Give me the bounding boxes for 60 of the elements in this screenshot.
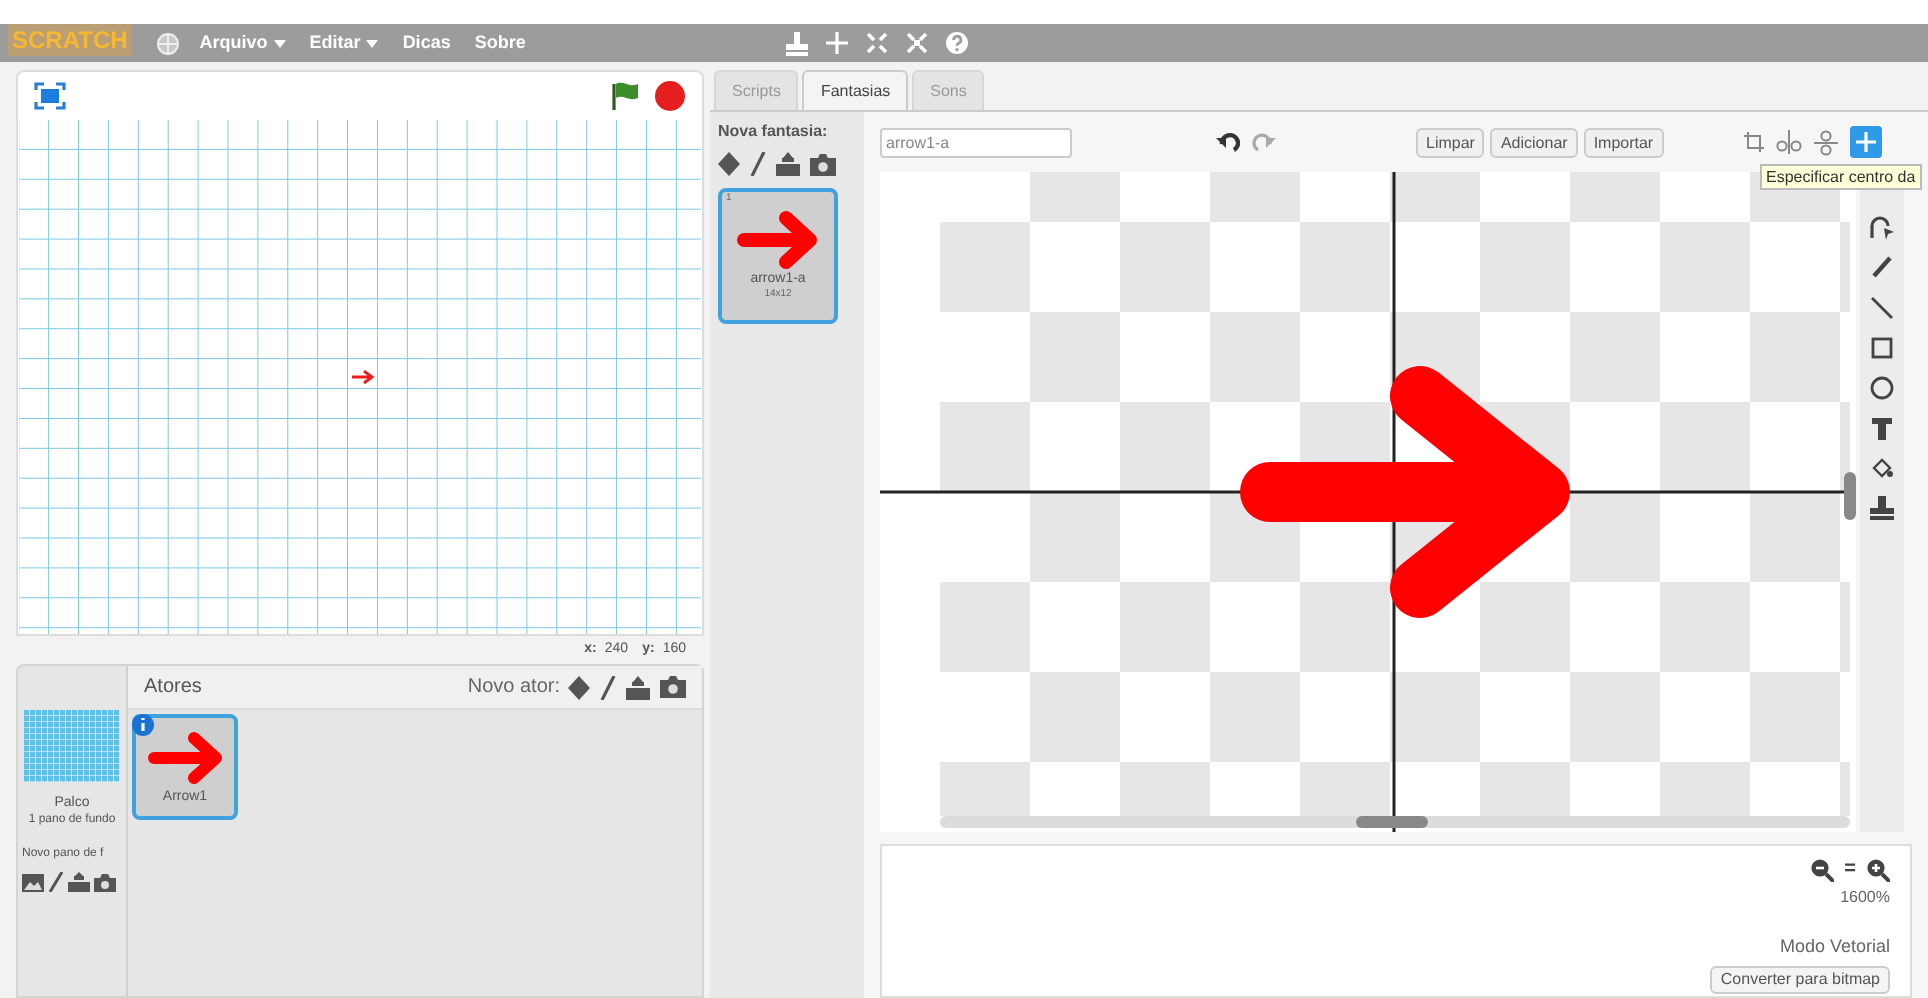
mode-label: Modo Vetorial: [1779, 934, 1890, 960]
new-costume-label: Nova fantasia:: [718, 120, 830, 144]
tooltip: Especificar centro da: [1760, 164, 1922, 190]
upload-icon[interactable]: [776, 152, 800, 176]
camera-icon[interactable]: [94, 873, 116, 891]
editor-button[interactable]: Importar: [1583, 127, 1664, 157]
grow-icon[interactable]: [825, 32, 848, 54]
upload-icon[interactable]: [68, 872, 90, 892]
menu-item[interactable]: Dicas: [402, 29, 451, 57]
upload-icon[interactable]: [626, 675, 650, 699]
stamp-icon[interactable]: [1870, 496, 1894, 520]
menu-item[interactable]: Arquivo: [199, 29, 286, 57]
sprite-library-icon[interactable]: [568, 675, 590, 699]
arrow-thumbnail: [145, 730, 225, 786]
zoom-in-icon[interactable]: [1866, 858, 1890, 882]
camera-icon[interactable]: [810, 153, 836, 175]
info-icon[interactable]: [132, 714, 154, 736]
fullscreen-icon[interactable]: [34, 81, 66, 110]
stop-icon[interactable]: [654, 79, 686, 112]
flip-horizontal-icon[interactable]: [1775, 130, 1802, 154]
text-icon[interactable]: [1870, 416, 1894, 440]
rectangle-icon[interactable]: [1870, 336, 1894, 360]
fill-icon[interactable]: [1870, 456, 1894, 480]
caret-icon: [366, 39, 379, 47]
zoom-reset-button[interactable]: =: [1840, 858, 1860, 882]
camera-icon[interactable]: [660, 676, 686, 698]
costume-name-field[interactable]: arrow1-a: [880, 127, 1072, 157]
menu-item[interactable]: Sobre: [474, 29, 526, 57]
stage-thumbnail[interactable]: [24, 710, 120, 782]
arrow-thumbnail: [734, 208, 822, 272]
costume-library-icon[interactable]: [718, 152, 740, 176]
flag-icon[interactable]: [610, 81, 642, 110]
scroll-thumb: [1356, 816, 1428, 828]
zoom-level: 1600%: [1840, 886, 1890, 910]
tab[interactable]: Fantasias: [802, 70, 909, 110]
editor-button[interactable]: Adicionar: [1490, 127, 1578, 157]
scroll-thumb: [1844, 472, 1856, 520]
paint-icon[interactable]: [600, 675, 616, 699]
caret-icon: [273, 39, 286, 47]
brush-icon[interactable]: [48, 872, 64, 892]
zoom-out-icon[interactable]: [1810, 858, 1835, 882]
flip-vertical-icon[interactable]: [1813, 129, 1838, 155]
editor-button[interactable]: Limpar: [1416, 127, 1485, 157]
crop-icon[interactable]: [1743, 132, 1764, 152]
undo-icon[interactable]: [1216, 132, 1240, 152]
pencil-icon[interactable]: [1870, 256, 1894, 280]
convert-button[interactable]: Converter para bitmap: [1710, 965, 1890, 993]
set-center-icon[interactable]: [1849, 126, 1882, 158]
paint-icon[interactable]: [750, 152, 766, 176]
arrow-sprite: [350, 369, 375, 385]
menu-item[interactable]: Editar: [309, 29, 379, 57]
ellipse-icon[interactable]: [1870, 376, 1894, 400]
new-sprite-label: Novo ator:: [467, 674, 560, 702]
image-icon[interactable]: [22, 873, 44, 891]
sprites-title: Atores: [144, 674, 202, 702]
help-icon[interactable]: [945, 32, 968, 54]
shrink-icon[interactable]: [905, 32, 928, 54]
reshape-icon[interactable]: [1870, 216, 1894, 240]
line-icon[interactable]: [1870, 296, 1894, 320]
expand-icon[interactable]: [865, 32, 888, 54]
